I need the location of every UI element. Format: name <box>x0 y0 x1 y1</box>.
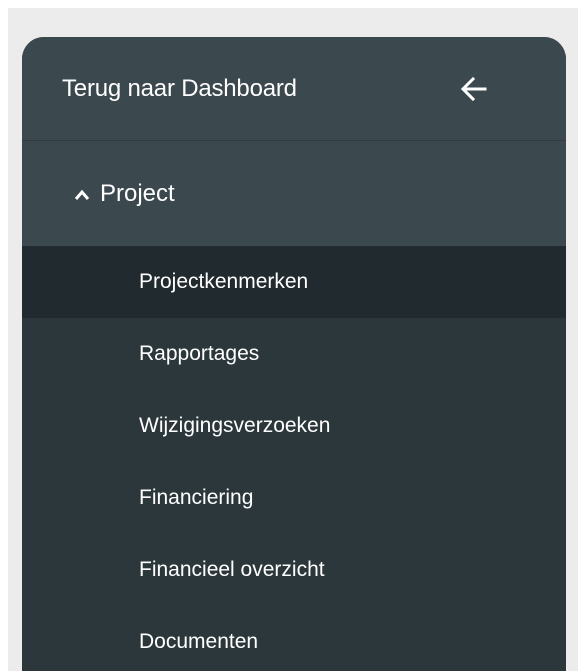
sidebar-item-documenten[interactable]: Documenten <box>22 606 566 671</box>
sidebar: Terug naar Dashboard Project Projectkenm… <box>22 37 566 671</box>
sidebar-item-financiering[interactable]: Financiering <box>22 462 566 534</box>
sidebar-item-label: Documenten <box>139 630 259 653</box>
sidebar-item-wijzigingsverzoeken[interactable]: Wijzigingsverzoeken <box>22 390 566 462</box>
back-to-dashboard-link[interactable]: Terug naar Dashboard <box>22 37 566 141</box>
sidebar-item-financieel-overzicht[interactable]: Financieel overzicht <box>22 534 566 606</box>
sidebar-item-label: Financiering <box>139 486 254 509</box>
sidebar-item-label: Rapportages <box>139 342 260 365</box>
back-to-dashboard-label: Terug naar Dashboard <box>62 74 297 102</box>
sidebar-item-projectkenmerken[interactable]: Projectkenmerken <box>22 246 566 318</box>
sidebar-item-label: Financieel overzicht <box>139 558 325 581</box>
top-border <box>0 0 578 8</box>
arrow-left-icon <box>458 73 490 105</box>
sidebar-item-label: Wijzigingsverzoeken <box>139 414 331 437</box>
sidebar-item-rapportages[interactable]: Rapportages <box>22 318 566 390</box>
project-nav-list: Projectkenmerken Rapportages Wijzigingsv… <box>22 246 566 671</box>
section-toggle-project[interactable]: Project <box>22 141 566 246</box>
sidebar-item-label: Projectkenmerken <box>139 270 309 293</box>
chevron-up-icon <box>74 188 90 200</box>
page: Terug naar Dashboard Project Projectkenm… <box>0 0 578 671</box>
section-label-project: Project <box>100 179 175 207</box>
left-border <box>0 0 8 671</box>
